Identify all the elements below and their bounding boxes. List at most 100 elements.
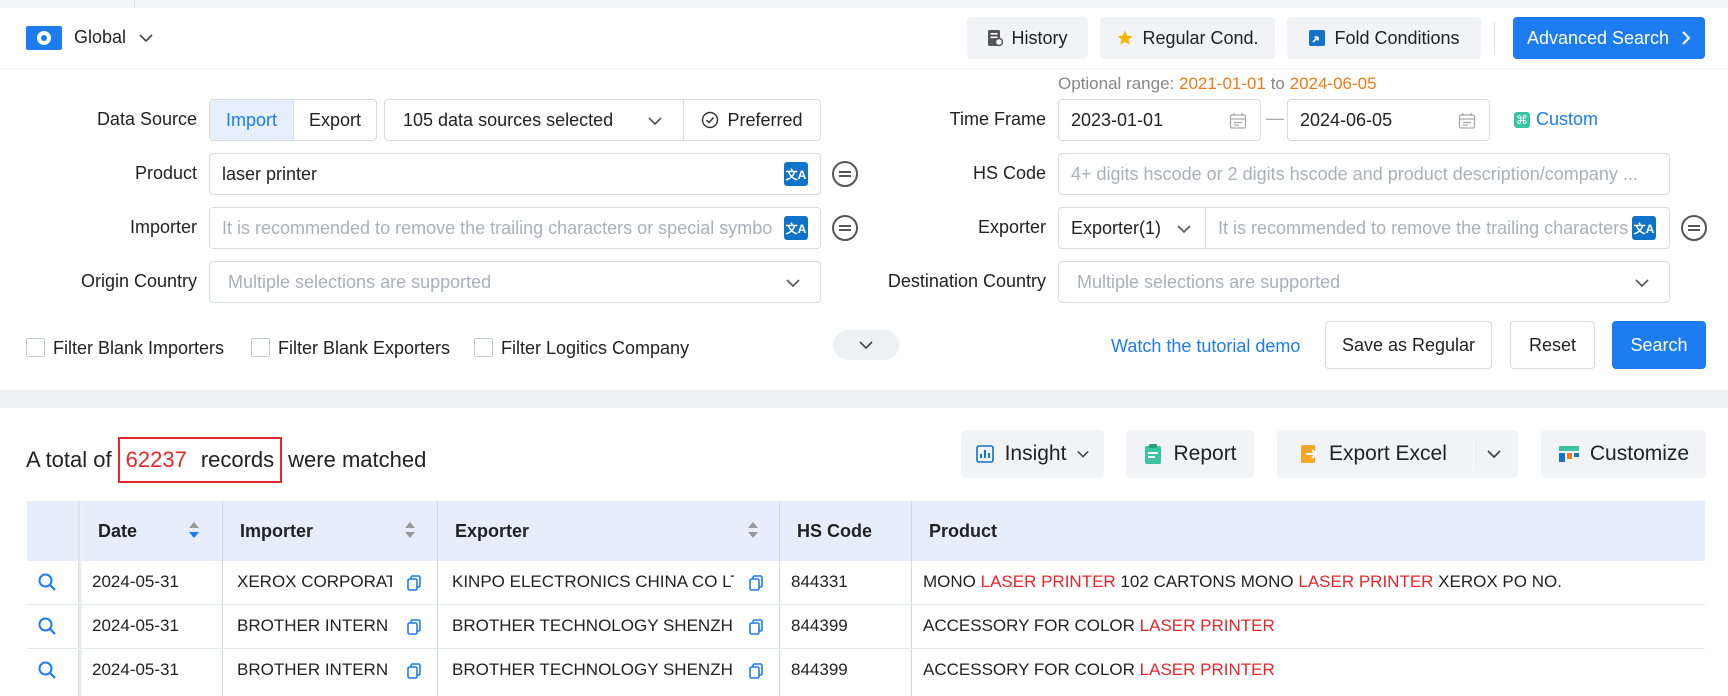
product-text: ACCESSORY FOR COLOR (923, 616, 1140, 635)
product-value: laser printer (222, 163, 318, 184)
filter-logistics-checkbox[interactable] (474, 338, 493, 357)
column-header-importer[interactable]: Importer (240, 501, 313, 561)
sort-icon[interactable] (404, 520, 416, 540)
product-input[interactable]: laser printer (209, 153, 821, 195)
expand-more-button[interactable] (833, 330, 899, 360)
cell-exporter[interactable]: BROTHER TECHNOLOGY SHENZH (452, 660, 734, 680)
chevron-down-icon (859, 341, 873, 350)
report-button[interactable]: Report (1126, 430, 1254, 478)
product-text: XEROX PO NO. (1433, 572, 1562, 591)
column-header-exporter[interactable]: Exporter (455, 501, 529, 561)
save-as-regular-button[interactable]: Save as Regular (1325, 321, 1492, 369)
cell-exporter[interactable]: BROTHER TECHNOLOGY SHENZH (452, 616, 734, 636)
customize-icon (1558, 446, 1579, 462)
date-to-input[interactable]: 2024-06-05 (1287, 99, 1490, 141)
product-highlight: LASER PRINTER (1139, 660, 1275, 679)
results-summary: A total of 62237 records were matched (26, 437, 426, 483)
report-icon (1145, 444, 1162, 464)
synonym-icon[interactable] (1681, 215, 1707, 241)
copy-icon[interactable] (749, 575, 763, 591)
data-sources-value: 105 data sources selected (403, 109, 614, 130)
cell-exporter[interactable]: KINPO ELECTRONICS CHINA CO LT (452, 572, 734, 592)
preferred-label: Preferred (727, 109, 803, 130)
fold-conditions-button[interactable]: Fold Conditions (1287, 17, 1481, 59)
translate-icon[interactable]: 文A (784, 216, 808, 240)
search-icon[interactable] (37, 616, 57, 636)
search-icon[interactable] (37, 572, 57, 592)
reset-button[interactable]: Reset (1510, 321, 1595, 369)
optional-range-from: 2021-01-01 (1178, 74, 1266, 93)
region-label[interactable]: Global (74, 27, 126, 48)
export-excel-button[interactable]: Export Excel (1277, 430, 1518, 478)
globe-icon[interactable] (26, 26, 62, 50)
export-tab[interactable]: Export (294, 100, 376, 140)
origin-country-select[interactable]: Multiple selections are supported (209, 261, 821, 303)
chevron-down-icon[interactable] (1486, 446, 1502, 462)
importer-input[interactable]: It is recommended to remove the trailing… (209, 207, 821, 249)
hs-code-label: HS Code (972, 163, 1046, 183)
tutorial-link[interactable]: Watch the tutorial demo (1111, 336, 1300, 357)
exporter-type-select[interactable]: Exporter(1) (1058, 207, 1206, 249)
destination-country-label: Destination Country (887, 271, 1046, 291)
filter-blank-exporters-label[interactable]: Filter Blank Exporters (278, 338, 450, 359)
cell-importer[interactable]: XEROX CORPORAT (237, 572, 392, 592)
filter-logistics-label[interactable]: Filter Logitics Company (501, 338, 689, 359)
cell-date: 2024-05-31 (92, 572, 179, 591)
filter-blank-importers-checkbox[interactable] (26, 338, 45, 357)
chevron-down-icon (1635, 279, 1649, 288)
column-header-hs-code[interactable]: HS Code (797, 501, 872, 561)
cell-importer[interactable]: BROTHER INTERN (237, 616, 392, 636)
cell-importer[interactable]: BROTHER INTERN (237, 660, 392, 680)
origin-country-label: Origin Country (80, 271, 197, 291)
product-text: ACCESSORY FOR COLOR (923, 660, 1140, 679)
optional-range-to: 2024-06-05 (1289, 74, 1377, 93)
copy-icon[interactable] (407, 663, 421, 679)
search-button[interactable]: Search (1612, 321, 1706, 369)
synonym-icon[interactable] (832, 161, 858, 187)
cell-date: 2024-05-31 (92, 616, 179, 635)
column-header-date[interactable]: Date (98, 501, 137, 561)
preferred-button[interactable]: Preferred (683, 99, 821, 141)
product-highlight: LASER PRINTER (1298, 572, 1434, 591)
hs-code-input[interactable]: 4+ digits hscode or 2 digits hscode and … (1058, 153, 1670, 195)
date-from-input[interactable]: 2023-01-01 (1058, 99, 1261, 141)
calendar-icon (1229, 113, 1247, 129)
chevron-down-icon (648, 117, 662, 126)
sort-icon[interactable] (747, 520, 759, 540)
chevron-down-icon (1077, 450, 1090, 458)
data-sources-select[interactable]: 105 data sources selected (384, 99, 684, 141)
regular-conditions-button[interactable]: Regular Cond. (1100, 17, 1275, 59)
chevron-down-icon[interactable] (138, 30, 154, 46)
custom-date-link[interactable]: ⌘ Custom (1514, 109, 1598, 130)
search-icon[interactable] (37, 660, 57, 680)
product-text: 102 CARTONS MONO (1115, 572, 1299, 591)
copy-icon[interactable] (749, 663, 763, 679)
insight-button[interactable]: Insight (961, 430, 1104, 478)
translate-icon[interactable]: 文A (1632, 216, 1656, 240)
advanced-search-button[interactable]: Advanced Search (1513, 17, 1705, 59)
time-frame-label: Time Frame (949, 109, 1046, 129)
sort-icon[interactable] (188, 520, 200, 540)
copy-icon[interactable] (749, 619, 763, 635)
customize-button[interactable]: Customize (1541, 430, 1706, 478)
date-from-value: 2023-01-01 (1071, 109, 1164, 130)
filter-blank-exporters-checkbox[interactable] (251, 338, 270, 357)
product-label: Product (134, 163, 197, 183)
copy-icon[interactable] (407, 619, 421, 635)
toolbar-divider (1494, 22, 1495, 54)
exporter-input[interactable]: It is recommended to remove the trailing… (1205, 207, 1670, 249)
filter-blank-importers-label[interactable]: Filter Blank Importers (53, 338, 224, 359)
synonym-icon[interactable] (832, 215, 858, 241)
copy-icon[interactable] (407, 575, 421, 591)
fold-icon (1309, 30, 1326, 46)
star-icon (1117, 30, 1133, 45)
advanced-search-label: Advanced Search (1526, 27, 1670, 48)
column-header-product[interactable]: Product (929, 501, 997, 561)
destination-country-select[interactable]: Multiple selections are supported (1058, 261, 1670, 303)
optional-range-to-word: to (1270, 74, 1285, 93)
product-highlight: LASER PRINTER (1139, 616, 1275, 635)
date-dash: — (1266, 108, 1284, 128)
history-button[interactable]: History (967, 17, 1088, 59)
import-tab[interactable]: Import (210, 100, 294, 140)
translate-icon[interactable]: 文A (784, 162, 808, 186)
